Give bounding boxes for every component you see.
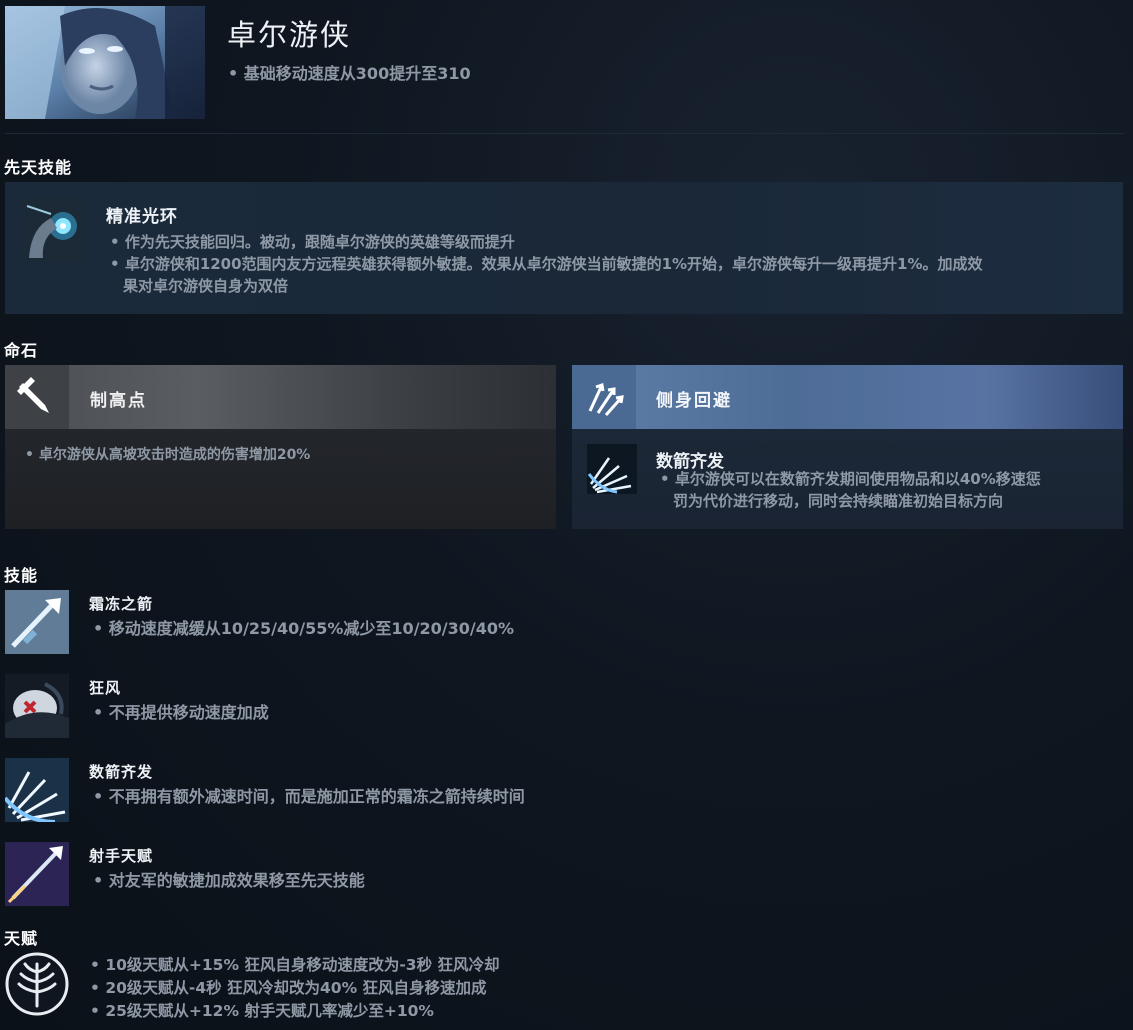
ability-desc-frost-arrows: 移动速度减缓从10/25/40/55%减少至10/20/30/40%: [93, 618, 514, 640]
ability-name-multishot: 数箭齐发: [89, 763, 154, 781]
multishot-small-icon: [587, 444, 637, 494]
innate-bullet-2-line1: 卓尔游侠和1200范围内友方远程英雄获得额外敏捷。效果从卓尔游侠当前敏捷的1%开…: [124, 255, 983, 273]
hero-name: 卓尔游侠: [227, 18, 352, 52]
talent-tree-icon: [5, 952, 69, 1016]
facet2-header: [572, 365, 1123, 429]
ability-desc-marksmanship: 对友军的敏捷加成效果移至先天技能: [93, 870, 365, 892]
facet1-header: [5, 365, 556, 429]
innate-ability-name: 精准光环: [106, 207, 178, 227]
ability-name-marksmanship: 射手天赋: [89, 847, 154, 865]
talents-section-title: 天赋: [4, 929, 39, 948]
facet2-desc: 卓尔游侠可以在数箭齐发期间使用物品和以40%移速惩罚为代价进行移动，同时会持续瞄…: [660, 468, 1100, 512]
talent-line-20: 20级天赋从-4秒 狂风冷却改为40% 狂风自身移速加成: [90, 977, 486, 999]
facet2-desc-line2: 罚为代价进行移动，同时会持续瞄准初始目标方向: [673, 492, 1004, 510]
ability-desc-multishot: 不再拥有额外减速时间，而是施加正常的霜冻之箭持续时间: [93, 786, 525, 808]
hero-portrait: [5, 6, 205, 119]
innate-bullet-2: 卓尔游侠和1200范围内友方远程英雄获得额外敏捷。效果从卓尔游侠当前敏捷的1%开…: [110, 253, 1090, 297]
facet-card-high-ground[interactable]: 制高点 卓尔游侠从高坡攻击时造成的伤害增加20%: [5, 365, 556, 529]
innate-bullet-2-line2: 果对卓尔游侠自身为双倍: [123, 277, 289, 295]
facets-section-title: 命石: [4, 341, 39, 360]
arrows-icon: [572, 365, 636, 429]
ability-name-gust: 狂风: [89, 679, 122, 697]
facet1-title: 制高点: [90, 391, 147, 411]
frost-arrow-icon: [5, 590, 69, 654]
multishot-icon: [5, 758, 69, 822]
precision-aura-icon: [21, 198, 85, 262]
talent-line-10: 10级天赋从+15% 狂风自身移动速度改为-3秒 狂风冷却: [90, 954, 499, 976]
facet-card-sidestep[interactable]: 侧身回避 数箭齐发 卓尔游侠可以在数箭齐发期间使用物品和以40%移速惩罚为代价进…: [572, 365, 1123, 529]
abilities-section-title: 技能: [4, 566, 39, 585]
sword-icon: [5, 365, 69, 429]
header-divider: [5, 133, 1125, 134]
innate-section-title: 先天技能: [4, 158, 73, 177]
facet2-title: 侧身回避: [656, 391, 732, 411]
ability-desc-gust: 不再提供移动速度加成: [93, 702, 269, 724]
hero-change-text: 基础移动速度从300提升至310: [228, 63, 471, 85]
facet2-desc-line1: 卓尔游侠可以在数箭齐发期间使用物品和以40%移速惩: [674, 470, 1041, 488]
gust-icon: [5, 674, 69, 738]
ability-name-frost-arrows: 霜冻之箭: [89, 595, 154, 613]
innate-bullet-1: 作为先天技能回归。被动，跟随卓尔游侠的英雄等级而提升: [110, 231, 515, 253]
marksmanship-icon: [5, 842, 69, 906]
facet1-desc: 卓尔游侠从高坡攻击时造成的伤害增加20%: [25, 444, 311, 466]
talent-line-25: 25级天赋从+12% 射手天赋几率减少至+10%: [90, 1000, 434, 1022]
